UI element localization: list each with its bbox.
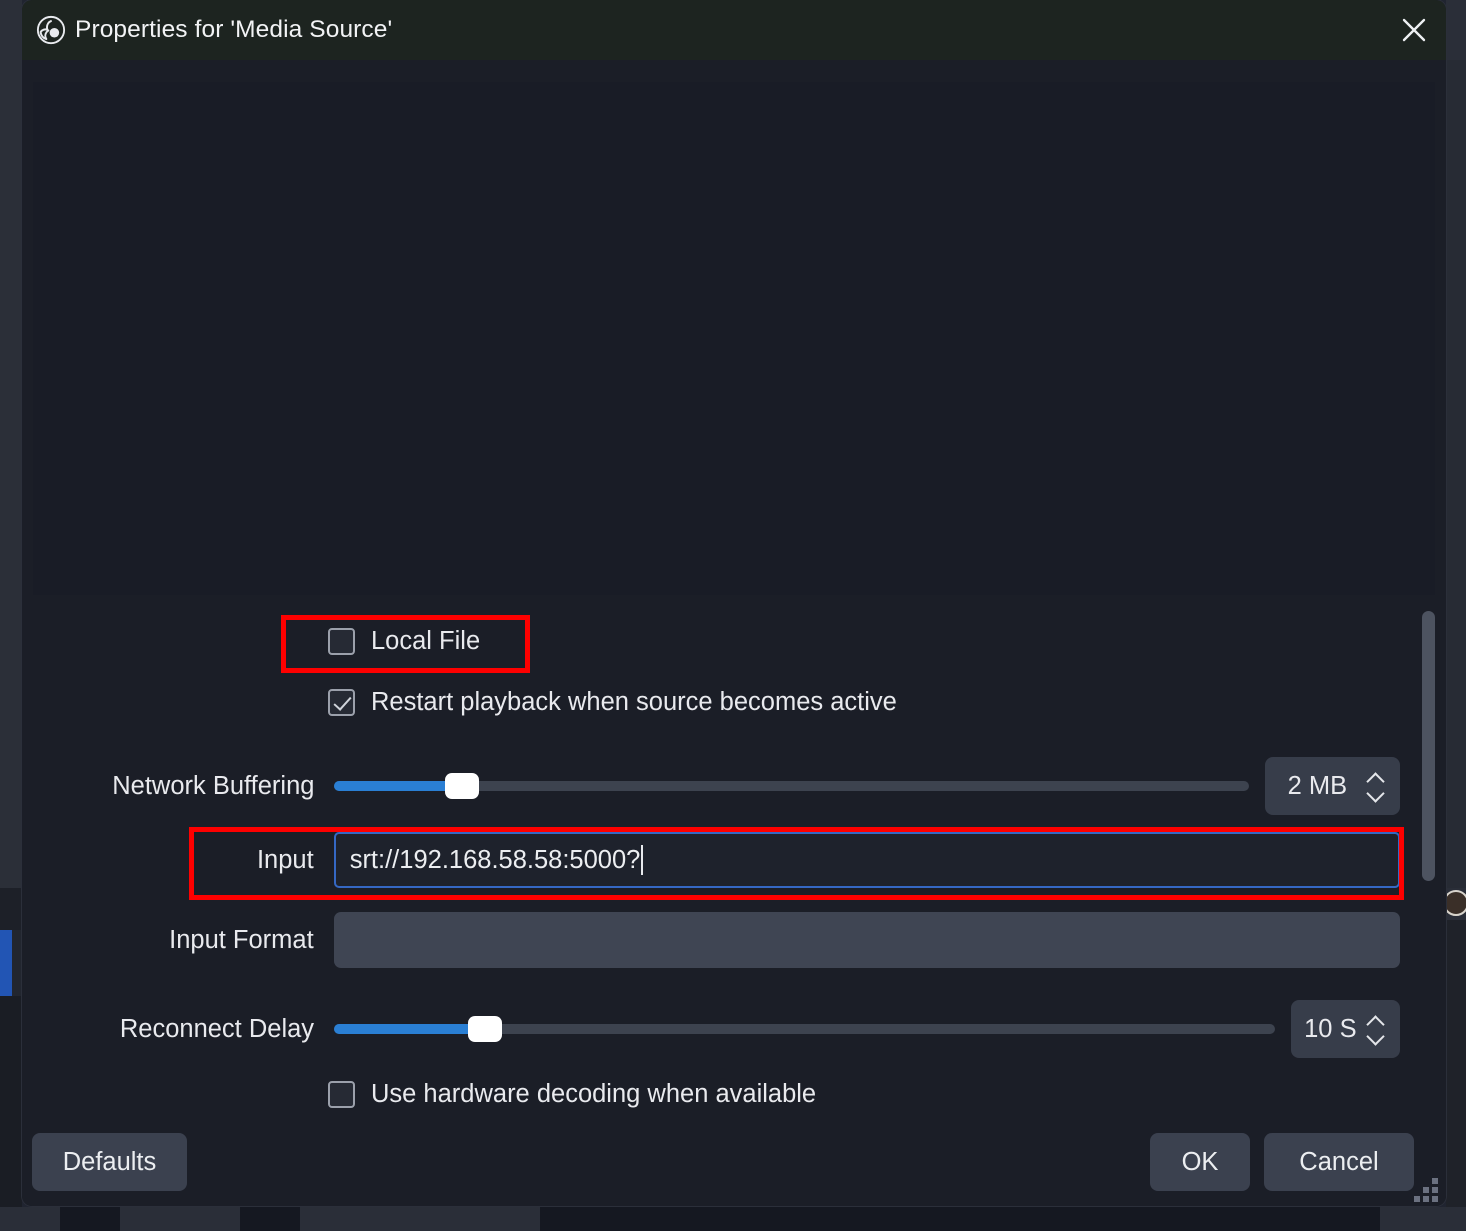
dialog-title: Properties for 'Media Source' [75, 16, 393, 43]
local-file-checkbox-row[interactable]: Local File [328, 627, 480, 656]
background-left-panel [0, 0, 22, 888]
chevron-up-icon[interactable] [1366, 1016, 1385, 1026]
network-buffering-slider[interactable] [334, 773, 1249, 799]
background-right-lower [1446, 920, 1466, 1231]
cancel-button[interactable]: Cancel [1264, 1133, 1414, 1191]
hardware-decoding-label: Use hardware decoding when available [371, 1080, 817, 1108]
text-caret [641, 845, 644, 875]
properties-form: Local File Restart playback when source … [22, 597, 1412, 1110]
source-preview [33, 82, 1435, 595]
input-format-row: Input Format [66, 912, 1400, 968]
input-field[interactable]: srt://192.168.58.58:5000? [333, 832, 1400, 888]
network-buffering-spinbox[interactable]: 2 MB [1264, 757, 1400, 815]
properties-dialog: Properties for 'Media Source' Local File… [22, 0, 1446, 1206]
input-label: Input [256, 845, 314, 874]
background-right-panel [1446, 60, 1466, 888]
local-file-checkbox[interactable] [328, 628, 355, 655]
background-left-divider [0, 888, 22, 930]
local-file-label: Local File [371, 627, 481, 655]
obs-logo-icon [36, 15, 66, 45]
hardware-decoding-checkbox[interactable] [328, 1081, 355, 1108]
network-buffering-value: 2 MB [1287, 771, 1348, 800]
slider-fill [334, 1024, 485, 1034]
reconnect-delay-row: Reconnect Delay 10 S [66, 1000, 1400, 1058]
dialog-titlebar[interactable]: Properties for 'Media Source' [22, 0, 1446, 60]
slider-fill [334, 781, 463, 791]
properties-form-area: Local File Restart playback when source … [22, 597, 1446, 1110]
reconnect-delay-value: 10 S [1304, 1014, 1357, 1043]
titlebar-left-group: Properties for 'Media Source' [22, 15, 392, 45]
background-left-lower [0, 996, 22, 1231]
background-circle-icon [1443, 890, 1466, 916]
reconnect-delay-label: Reconnect Delay [119, 1014, 315, 1043]
background-left-selection-accent [0, 930, 12, 996]
slider-handle[interactable] [467, 1016, 502, 1042]
defaults-button[interactable]: Defaults [32, 1133, 187, 1191]
network-buffering-spin-arrows [1364, 773, 1386, 800]
slider-handle[interactable] [445, 773, 480, 799]
chevron-up-icon[interactable] [1366, 773, 1385, 783]
close-icon [1402, 18, 1426, 42]
form-scrollbar[interactable] [1422, 606, 1435, 1093]
dialog-footer: Defaults OK Cancel [22, 1110, 1446, 1206]
reconnect-delay-slider[interactable] [334, 1016, 1275, 1042]
reconnect-delay-spin-arrows [1364, 1016, 1386, 1043]
input-field-value: srt://192.168.58.58:5000? [349, 845, 641, 874]
background-taskbar-segment [120, 1207, 240, 1231]
chevron-down-icon[interactable] [1366, 1033, 1385, 1043]
chevron-down-icon[interactable] [1366, 790, 1385, 800]
close-button[interactable] [1382, 0, 1446, 60]
resize-grip-icon[interactable] [1414, 1178, 1438, 1202]
network-buffering-label: Network Buffering [112, 771, 315, 800]
network-buffering-row: Network Buffering 2 MB [66, 757, 1400, 815]
ok-button[interactable]: OK [1150, 1133, 1250, 1191]
input-row: Input srt://192.168.58.58:5000? [66, 832, 1400, 888]
reconnect-delay-spinbox[interactable]: 10 S [1290, 1000, 1400, 1058]
hardware-decoding-checkbox-row[interactable]: Use hardware decoding when available [328, 1080, 816, 1109]
restart-playback-label: Restart playback when source becomes act… [371, 688, 897, 716]
input-format-label: Input Format [169, 925, 314, 954]
background-taskbar-segment [300, 1207, 540, 1231]
input-format-field[interactable] [333, 912, 1400, 968]
background-taskbar-segment [0, 1207, 60, 1231]
background-taskbar-segment [1380, 1207, 1466, 1231]
restart-playback-checkbox[interactable] [328, 689, 355, 716]
restart-playback-checkbox-row[interactable]: Restart playback when source becomes act… [328, 688, 897, 717]
form-scrollbar-thumb[interactable] [1422, 611, 1435, 881]
